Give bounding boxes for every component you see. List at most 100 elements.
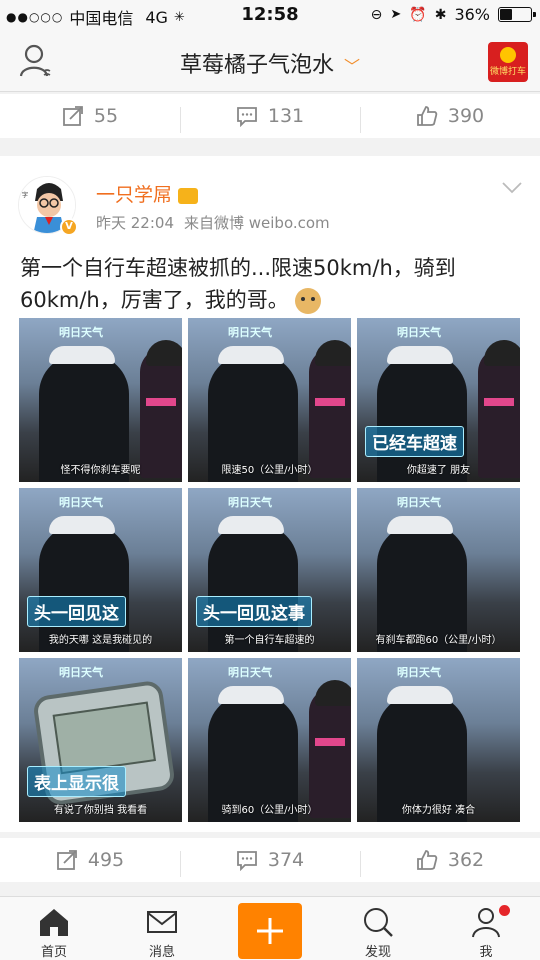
cyclist-figure bbox=[309, 680, 351, 818]
video-subtitle: 我的天哪 这是我碰见的 bbox=[48, 635, 153, 646]
police-cap bbox=[49, 516, 115, 534]
plus-icon bbox=[257, 918, 283, 944]
coin-icon bbox=[500, 47, 516, 63]
video-banner-caption: 已经车超速 bbox=[365, 426, 464, 457]
group-title-dropdown[interactable]: 草莓橘子气泡水 ﹀ bbox=[0, 47, 540, 79]
comment-button[interactable]: 374 bbox=[180, 849, 360, 877]
comment-icon bbox=[236, 107, 257, 127]
video-subtitle: 你超速了 朋友 bbox=[406, 465, 471, 476]
tab-label: 发现 bbox=[364, 945, 391, 960]
post-actions: 495 374 362 bbox=[0, 838, 540, 882]
tab-label: 消息 bbox=[148, 945, 175, 960]
tv-logo: 明日天气 bbox=[59, 666, 103, 679]
police-cap bbox=[218, 346, 284, 364]
badge-label: 微博打车 bbox=[489, 67, 526, 77]
tab-compose[interactable] bbox=[216, 897, 324, 960]
rotation-lock-icon: ⊖ bbox=[370, 6, 383, 23]
tv-logo: 明日天气 bbox=[397, 496, 441, 509]
top-nav: 草莓橘子气泡水 ﹀ 微博打车 bbox=[0, 30, 540, 92]
police-cap bbox=[49, 346, 115, 364]
post-author[interactable]: 一只学屌 bbox=[96, 180, 199, 207]
post-image[interactable]: 明日天气 你体力很好 凑合 bbox=[357, 658, 520, 822]
police-cap bbox=[387, 516, 453, 534]
compose-button[interactable] bbox=[238, 903, 302, 959]
bottom-tab-bar: 首页 消息 发现 我 bbox=[0, 896, 540, 960]
post-image[interactable]: 明日天气已经车超速你超速了 朋友 bbox=[357, 318, 520, 482]
vip-crown-icon bbox=[178, 187, 199, 204]
repost-count: 55 bbox=[93, 105, 119, 127]
post-image[interactable]: 明日天气怪不得你刹车要呢 bbox=[19, 318, 182, 482]
repost-button[interactable]: 55 bbox=[0, 105, 180, 127]
video-subtitle: 怪不得你刹车要呢 bbox=[60, 465, 141, 476]
tab-messages[interactable]: 消息 bbox=[108, 897, 216, 960]
post-body: 第一个自行车超速被抓的...限速50km/h，骑到60km/h，厉害了，我的哥。 bbox=[20, 256, 456, 312]
status-bar: ●●○○○ 中国电信 4G ✳ 12:58 ⊖ ➤ ⏰ ✱ 36% bbox=[0, 0, 540, 30]
repost-icon bbox=[56, 850, 77, 870]
person-icon bbox=[472, 908, 500, 938]
post-source: 来自微博 weibo.com bbox=[184, 214, 330, 232]
verified-badge-icon: V bbox=[60, 218, 78, 236]
post-image[interactable]: 明日天气头一回见这事第一个自行车超速的 bbox=[188, 488, 351, 652]
tab-home[interactable]: 首页 bbox=[0, 897, 108, 960]
police-cap bbox=[218, 516, 284, 534]
like-button[interactable]: 362 bbox=[360, 849, 540, 877]
tv-logo: 明日天气 bbox=[397, 666, 441, 679]
video-banner-caption: 头一回见这事 bbox=[196, 596, 312, 627]
post-image[interactable]: 明日天气有刹车都跑60（公里/小时） bbox=[357, 488, 520, 652]
thumbs-up-icon bbox=[416, 850, 438, 870]
alarm-icon: ⏰ bbox=[409, 6, 427, 23]
thumbs-up-icon bbox=[416, 106, 438, 126]
video-subtitle: 第一个自行车超速的 bbox=[224, 635, 315, 646]
page-title: 草莓橘子气泡水 bbox=[179, 53, 334, 78]
jersey-stripe bbox=[146, 398, 176, 406]
video-subtitle: 有刹车都跑60（公里/小时） bbox=[375, 635, 502, 646]
like-count: 390 bbox=[447, 105, 485, 127]
post-image[interactable]: 明日天气 表上显示很 有说了你别挡 我看看 bbox=[19, 658, 182, 822]
chevron-down-icon: ﹀ bbox=[344, 57, 361, 76]
like-button[interactable]: 390 bbox=[360, 105, 540, 133]
jersey-stripe bbox=[315, 398, 345, 406]
tv-logo: 明日天气 bbox=[228, 496, 272, 509]
comment-button[interactable]: 131 bbox=[180, 105, 360, 133]
post-text: 第一个自行车超速被抓的...限速50km/h，骑到60km/h，厉害了，我的哥。 bbox=[20, 252, 520, 316]
cyclist-figure bbox=[309, 340, 351, 478]
comment-icon bbox=[236, 851, 257, 871]
battery-icon bbox=[498, 7, 536, 22]
cyclist-figure bbox=[140, 340, 182, 478]
jersey-stripe bbox=[315, 738, 345, 746]
image-grid: 明日天气 怪不得你刹车要呢 明日天气 限速50（公里/小时） 明日天气 已经车超速 你超速了… bbox=[19, 318, 521, 822]
post-image[interactable]: 明日天气 骑到60（公里/小时） bbox=[188, 658, 351, 822]
tv-logo: 明日天气 bbox=[397, 326, 441, 339]
mail-icon bbox=[147, 911, 177, 933]
tab-me[interactable]: 我 bbox=[432, 897, 540, 960]
tv-logo: 明日天气 bbox=[59, 326, 103, 339]
tab-label: 首页 bbox=[40, 945, 67, 960]
svg-text:字: 字 bbox=[22, 191, 28, 199]
post-menu-chevron-icon[interactable] bbox=[502, 182, 522, 194]
tab-label: 我 bbox=[479, 945, 493, 960]
home-icon bbox=[40, 909, 68, 936]
tab-discover[interactable]: 发现 bbox=[324, 897, 432, 960]
battery-percent: 36% bbox=[454, 5, 490, 24]
like-count: 362 bbox=[447, 849, 485, 871]
video-banner-caption: 头一回见这 bbox=[27, 596, 126, 627]
comment-count: 131 bbox=[267, 105, 305, 127]
video-subtitle: 限速50（公里/小时） bbox=[221, 465, 318, 476]
post-image[interactable]: 明日天气 限速50（公里/小时） bbox=[188, 318, 351, 482]
location-icon: ➤ bbox=[390, 7, 402, 22]
post-meta: 昨天 22:04 来自微博 weibo.com bbox=[96, 212, 330, 233]
bluetooth-icon: ✱ bbox=[434, 6, 447, 23]
weibo-post: 字 V 一只学屌 昨天 22:04 来自微博 weibo.com 第一个自行车超速… bbox=[0, 156, 540, 832]
search-icon bbox=[364, 908, 393, 937]
username: 一只学屌 bbox=[96, 184, 173, 206]
repost-button[interactable]: 495 bbox=[0, 849, 180, 871]
weibo-taxi-button[interactable]: 微博打车 bbox=[488, 42, 528, 82]
police-cap bbox=[387, 686, 453, 704]
repost-count: 495 bbox=[87, 849, 125, 871]
police-cap bbox=[387, 346, 453, 364]
comment-count: 374 bbox=[267, 849, 305, 871]
doge-emoji-icon bbox=[295, 288, 322, 314]
post-image[interactable]: 明日天气 头一回见这 我的天哪 这是我碰见的 bbox=[19, 488, 182, 652]
tv-logo: 明日天气 bbox=[228, 666, 272, 679]
prev-post-actions: 55 131 390 bbox=[0, 94, 540, 138]
